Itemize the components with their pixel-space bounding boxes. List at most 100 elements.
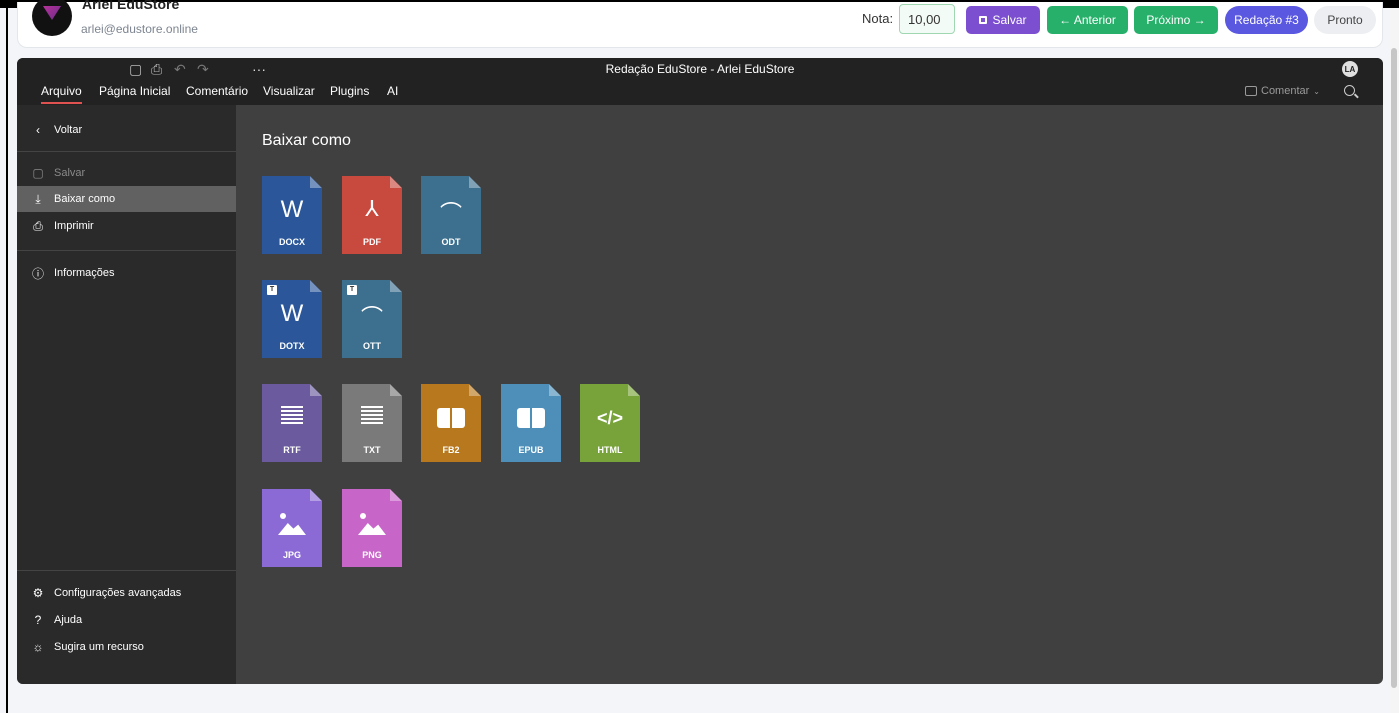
bird-icon: ⌒ [439, 201, 462, 226]
comment-button-label: Comentar [1261, 85, 1310, 97]
tab-ai[interactable]: AI [387, 84, 398, 98]
comment-button[interactable]: Comentar ⌄ [1245, 85, 1320, 97]
info-icon: ⓘ [31, 266, 44, 281]
chevron-left-icon: ‹ [36, 123, 40, 137]
help-icon: ? [34, 613, 42, 627]
back-label: Voltar [54, 124, 83, 136]
image-icon [278, 511, 306, 535]
document-editor: ▢ ⎙ ↶ ↷ ··· Redação EduStore - Arlei Edu… [17, 58, 1383, 684]
pdf-icon: ⅄ [365, 196, 379, 221]
file-menu-sidebar: ‹ Voltar ▢ Salvar ⤓ Baixar como ⎙ Imprim… [17, 105, 236, 684]
brand-logo-icon [43, 6, 61, 20]
previous-button[interactable]: ← Anterior [1047, 6, 1128, 34]
tab-visualizar[interactable]: Visualizar [263, 84, 315, 98]
download-icon: ⤓ [35, 191, 41, 206]
format-fb2[interactable]: FB2 [421, 384, 481, 462]
book-icon [437, 408, 465, 428]
lightbulb-icon: ☼ [32, 640, 44, 654]
format-label: EPUB [518, 445, 544, 455]
sidebar-item-informacoes[interactable]: ⓘ Informações [17, 260, 236, 286]
nota-input[interactable] [899, 4, 955, 34]
sidebar-item-sugira[interactable]: ☼ Sugira um recurso [17, 634, 236, 660]
format-txt[interactable]: TXT [342, 384, 402, 462]
format-pdf[interactable]: ⅄ PDF [342, 176, 402, 254]
word-icon: W [280, 196, 304, 223]
format-label: PDF [363, 237, 381, 247]
chevron-down-icon: ⌄ [1313, 86, 1320, 96]
format-label: JPG [282, 550, 301, 560]
sliders-icon: ⚙ [32, 586, 44, 600]
divider [17, 570, 236, 571]
save-button-label: Salvar [992, 13, 1027, 27]
format-epub[interactable]: EPUB [501, 384, 561, 462]
format-dotx[interactable]: T W DOTX [262, 280, 322, 358]
format-label: RTF [283, 445, 301, 455]
sidebar-item-label: Informações [54, 267, 115, 279]
divider [17, 250, 236, 251]
avatar [32, 0, 72, 36]
user-avatar[interactable]: LA [1342, 61, 1358, 77]
book-icon [517, 408, 545, 428]
sidebar-item-imprimir[interactable]: ⎙ Imprimir [17, 213, 236, 239]
print-icon: ⎙ [33, 218, 43, 233]
sidebar-item-label: Imprimir [54, 220, 94, 232]
sidebar-item-label: Salvar [54, 167, 86, 179]
tab-plugins[interactable]: Plugins [330, 84, 369, 98]
save-icon [979, 16, 988, 24]
sidebar-item-ajuda[interactable]: ? Ajuda [17, 607, 236, 633]
sidebar-item-label: Configurações avançadas [54, 587, 182, 599]
sidebar-item-baixar-como[interactable]: ⤓ Baixar como [17, 186, 236, 212]
back-button[interactable]: ‹ Voltar [17, 117, 236, 143]
next-button-label: Próximo → [1146, 13, 1206, 27]
bird-icon: ⌒ [360, 305, 383, 330]
sidebar-item-label: Ajuda [54, 614, 83, 626]
tab-pagina-inicial[interactable]: Página Inicial [99, 84, 170, 98]
image-icon [358, 511, 386, 535]
format-label: DOTX [279, 341, 305, 351]
sidebar-item-label: Baixar como [54, 193, 116, 205]
template-badge-icon: T [347, 285, 357, 295]
divider [17, 151, 236, 152]
page-title: Baixar como [262, 132, 351, 149]
format-html[interactable]: </> HTML [580, 384, 640, 462]
nota-label: Nota: [862, 11, 894, 26]
format-label: OTT [363, 341, 381, 351]
user-email: arlei@edustore.online [81, 22, 198, 36]
page-scrollbar[interactable] [1389, 8, 1399, 713]
format-rtf[interactable]: RTF [262, 384, 322, 462]
sidebar-item-label: Sugira um recurso [54, 641, 144, 653]
tab-arquivo[interactable]: Arquivo [41, 84, 82, 104]
format-ott[interactable]: T ⌒ OTT [342, 280, 402, 358]
sidebar-item-salvar[interactable]: ▢ Salvar [17, 160, 236, 186]
save-button[interactable]: Salvar [966, 6, 1040, 34]
format-odt[interactable]: ⌒ ODT [421, 176, 481, 254]
comment-icon [1245, 86, 1257, 96]
editor-toolbar: ▢ ⎙ ↶ ↷ ··· Redação EduStore - Arlei Edu… [17, 58, 1383, 105]
status-badge-label: Pronto [1327, 13, 1363, 27]
format-jpg[interactable]: JPG [262, 489, 322, 567]
word-icon: W [280, 300, 304, 327]
grading-header: Arlei EduStore arlei@edustore.online Not… [17, 0, 1383, 48]
scrollbar-thumb[interactable] [1391, 48, 1397, 688]
essay-badge-label: Redação #3 [1234, 13, 1299, 27]
window-left-edge [6, 8, 8, 713]
format-label: DOCX [278, 237, 305, 247]
format-label: HTML [597, 445, 623, 455]
format-label: TXT [363, 445, 381, 455]
sidebar-item-configuracoes[interactable]: ⚙ Configurações avançadas [17, 580, 236, 606]
status-badge[interactable]: Pronto [1314, 6, 1376, 34]
text-lines-icon [361, 406, 383, 428]
format-docx[interactable]: W DOCX [262, 176, 322, 254]
document-title: Redação EduStore - Arlei EduStore [605, 62, 795, 76]
essay-badge[interactable]: Redação #3 [1225, 6, 1308, 34]
search-icon[interactable] [1344, 85, 1355, 96]
format-label: PNG [362, 550, 382, 560]
template-badge-icon: T [267, 285, 277, 295]
next-button[interactable]: Próximo → [1134, 6, 1218, 34]
rich-text-icon [281, 406, 303, 428]
tab-comentario[interactable]: Comentário [186, 84, 248, 98]
previous-button-label: ← Anterior [1059, 13, 1116, 27]
user-name: Arlei EduStore [82, 0, 180, 12]
save-icon: ▢ [32, 166, 44, 180]
format-png[interactable]: PNG [342, 489, 402, 567]
